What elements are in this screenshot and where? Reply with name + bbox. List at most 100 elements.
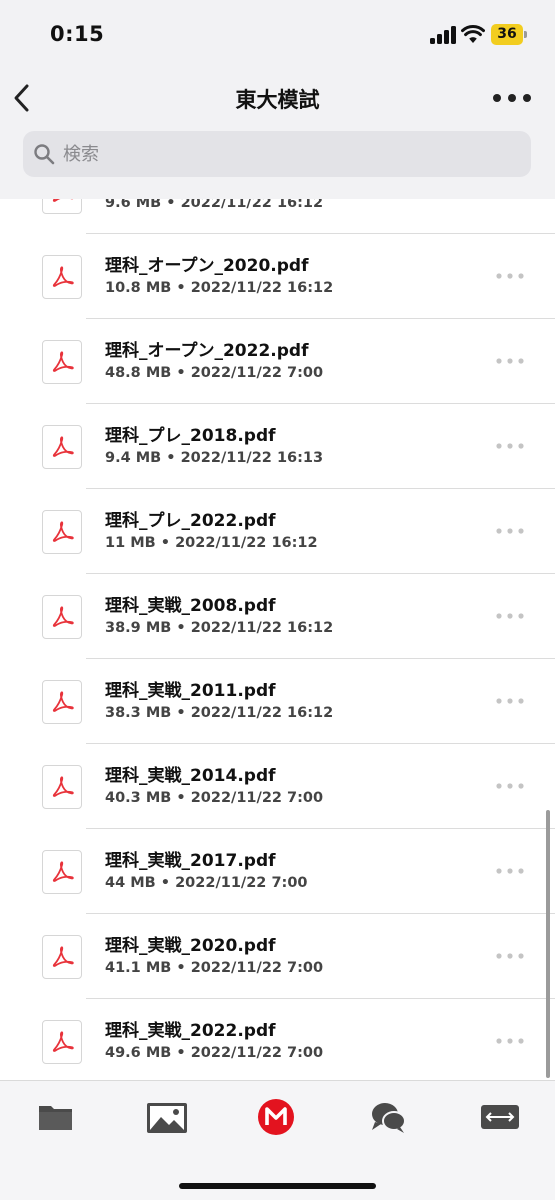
- meta-separator: •: [171, 1045, 191, 1061]
- pdf-file-icon: [42, 425, 82, 469]
- tab-transfers[interactable]: [476, 1097, 526, 1137]
- row-more-icon[interactable]: [494, 523, 526, 539]
- file-size: 38.9 MB: [105, 620, 172, 636]
- file-date: 2022/11/22 16:12: [175, 535, 318, 551]
- file-meta: 38.3 MB • 2022/11/22 16:12: [105, 705, 333, 721]
- tab-bar: [0, 1080, 555, 1200]
- tab-chat[interactable]: [366, 1097, 416, 1137]
- file-row[interactable]: 理科_実戦_2022.pdf 49.6 MB • 2022/11/22 7:00: [0, 999, 555, 1084]
- file-meta: 40.3 MB • 2022/11/22 7:00: [105, 790, 323, 806]
- pdf-file-icon: [42, 510, 82, 554]
- file-name: 理科_実戦_2011.pdf: [105, 681, 276, 701]
- pdf-file-icon: [42, 850, 82, 894]
- page-title: 東大模試: [235, 88, 320, 112]
- file-date: 2022/11/22 16:12: [190, 705, 334, 721]
- file-size: 10.8 MB: [105, 280, 172, 296]
- home-indicator: [179, 1183, 376, 1189]
- file-date: 2022/11/22 7:00: [190, 365, 324, 381]
- meta-separator: •: [155, 875, 176, 891]
- file-row[interactable]: 理科_実戦_2014.pdf 40.3 MB • 2022/11/22 7:00: [0, 744, 555, 829]
- row-more-icon[interactable]: [494, 693, 526, 709]
- chat-icon: [372, 1103, 406, 1133]
- row-more-icon[interactable]: [494, 438, 526, 454]
- meta-separator: •: [171, 705, 191, 721]
- file-row[interactable]: 理科_プレ_2018.pdf 9.4 MB • 2022/11/22 16:13: [0, 404, 555, 489]
- meta-separator: •: [171, 960, 191, 976]
- file-date: 2022/11/22 16:12: [190, 280, 334, 296]
- file-meta: 9.4 MB • 2022/11/22 16:13: [105, 450, 323, 466]
- pdf-file-icon: [42, 680, 82, 724]
- file-size: 41.1 MB: [105, 960, 172, 976]
- file-date: 2022/11/22 7:00: [175, 875, 308, 891]
- file-date: 2022/11/22 7:00: [190, 1045, 324, 1061]
- row-more-icon[interactable]: [494, 1033, 526, 1049]
- file-row[interactable]: 理科_実戦_2020.pdf 41.1 MB • 2022/11/22 7:00: [0, 914, 555, 999]
- tab-cloud-drive[interactable]: [34, 1097, 84, 1137]
- battery-level: 36: [491, 24, 523, 45]
- file-size: 49.6 MB: [105, 1045, 172, 1061]
- wifi-icon: [461, 24, 485, 44]
- file-name: 理科_実戦_2008.pdf: [105, 596, 276, 616]
- file-list[interactable]: 9.6 MB • 2022/11/22 16:12 理科_オープン_2020.p…: [0, 149, 555, 1084]
- file-row[interactable]: 理科_オープン_2020.pdf 10.8 MB • 2022/11/22 16…: [0, 234, 555, 319]
- meta-separator: •: [171, 365, 191, 381]
- transfers-icon: [481, 1105, 519, 1129]
- ellipsis-icon: [493, 94, 531, 102]
- navigation-bar: 東大模試: [0, 72, 555, 127]
- file-name: 理科_実戦_2014.pdf: [105, 766, 276, 786]
- file-meta: 49.6 MB • 2022/11/22 7:00: [105, 1045, 323, 1061]
- row-more-icon[interactable]: [494, 863, 526, 879]
- row-more-icon[interactable]: [494, 608, 526, 624]
- pdf-file-icon: [42, 340, 82, 384]
- pdf-file-icon: [42, 765, 82, 809]
- file-row[interactable]: 理科_実戦_2008.pdf 38.9 MB • 2022/11/22 16:1…: [0, 574, 555, 659]
- file-row[interactable]: 理科_実戦_2017.pdf 44 MB • 2022/11/22 7:00: [0, 829, 555, 914]
- file-name: 理科_オープン_2020.pdf: [105, 256, 309, 276]
- pdf-file-icon: [42, 595, 82, 639]
- file-size: 38.3 MB: [105, 705, 172, 721]
- file-meta: 44 MB • 2022/11/22 7:00: [105, 875, 308, 891]
- file-row[interactable]: 理科_実戦_2011.pdf 38.3 MB • 2022/11/22 16:1…: [0, 659, 555, 744]
- meta-separator: •: [171, 790, 191, 806]
- pdf-file-icon: [42, 1020, 82, 1064]
- meta-separator: •: [161, 450, 181, 466]
- photos-icon: [147, 1103, 187, 1133]
- search-bar[interactable]: [23, 131, 531, 177]
- row-more-icon[interactable]: [494, 948, 526, 964]
- file-meta: 38.9 MB • 2022/11/22 16:12: [105, 620, 333, 636]
- status-time: 0:15: [50, 22, 105, 46]
- file-name: 理科_オープン_2022.pdf: [105, 341, 309, 361]
- file-size: 48.8 MB: [105, 365, 172, 381]
- file-meta: 41.1 MB • 2022/11/22 7:00: [105, 960, 323, 976]
- more-options-button[interactable]: [490, 82, 534, 114]
- meta-separator: •: [155, 535, 176, 551]
- file-name: 理科_実戦_2022.pdf: [105, 1021, 276, 1041]
- row-more-icon[interactable]: [494, 353, 526, 369]
- file-size: 9.4 MB: [105, 450, 162, 466]
- file-size: 11 MB: [105, 535, 156, 551]
- file-meta: 10.8 MB • 2022/11/22 16:12: [105, 280, 333, 296]
- row-more-icon[interactable]: [494, 778, 526, 794]
- search-input[interactable]: [63, 131, 513, 177]
- mega-logo-icon: [258, 1099, 294, 1135]
- tab-home[interactable]: [254, 1097, 304, 1137]
- file-name: 理科_実戦_2020.pdf: [105, 936, 276, 956]
- header-area: 0:15 36 東大模試: [0, 0, 555, 199]
- file-name: 理科_プレ_2018.pdf: [105, 426, 276, 446]
- row-more-icon[interactable]: [494, 268, 526, 284]
- file-meta: 48.8 MB • 2022/11/22 7:00: [105, 365, 323, 381]
- file-date: 2022/11/22 16:12: [190, 620, 334, 636]
- cellular-signal-icon: [430, 26, 456, 44]
- pdf-file-icon: [42, 255, 82, 299]
- tab-photos[interactable]: [143, 1097, 193, 1137]
- status-bar: 0:15 36: [0, 0, 555, 72]
- scrollbar[interactable]: [546, 810, 550, 1078]
- file-row[interactable]: 理科_プレ_2022.pdf 11 MB • 2022/11/22 16:12: [0, 489, 555, 574]
- file-name: 理科_実戦_2017.pdf: [105, 851, 276, 871]
- file-meta: 11 MB • 2022/11/22 16:12: [105, 535, 318, 551]
- file-row[interactable]: 理科_オープン_2022.pdf 48.8 MB • 2022/11/22 7:…: [0, 319, 555, 404]
- battery-icon: 36: [491, 24, 527, 45]
- search-icon: [33, 143, 55, 165]
- pdf-file-icon: [42, 935, 82, 979]
- file-date: 2022/11/22 16:13: [180, 450, 324, 466]
